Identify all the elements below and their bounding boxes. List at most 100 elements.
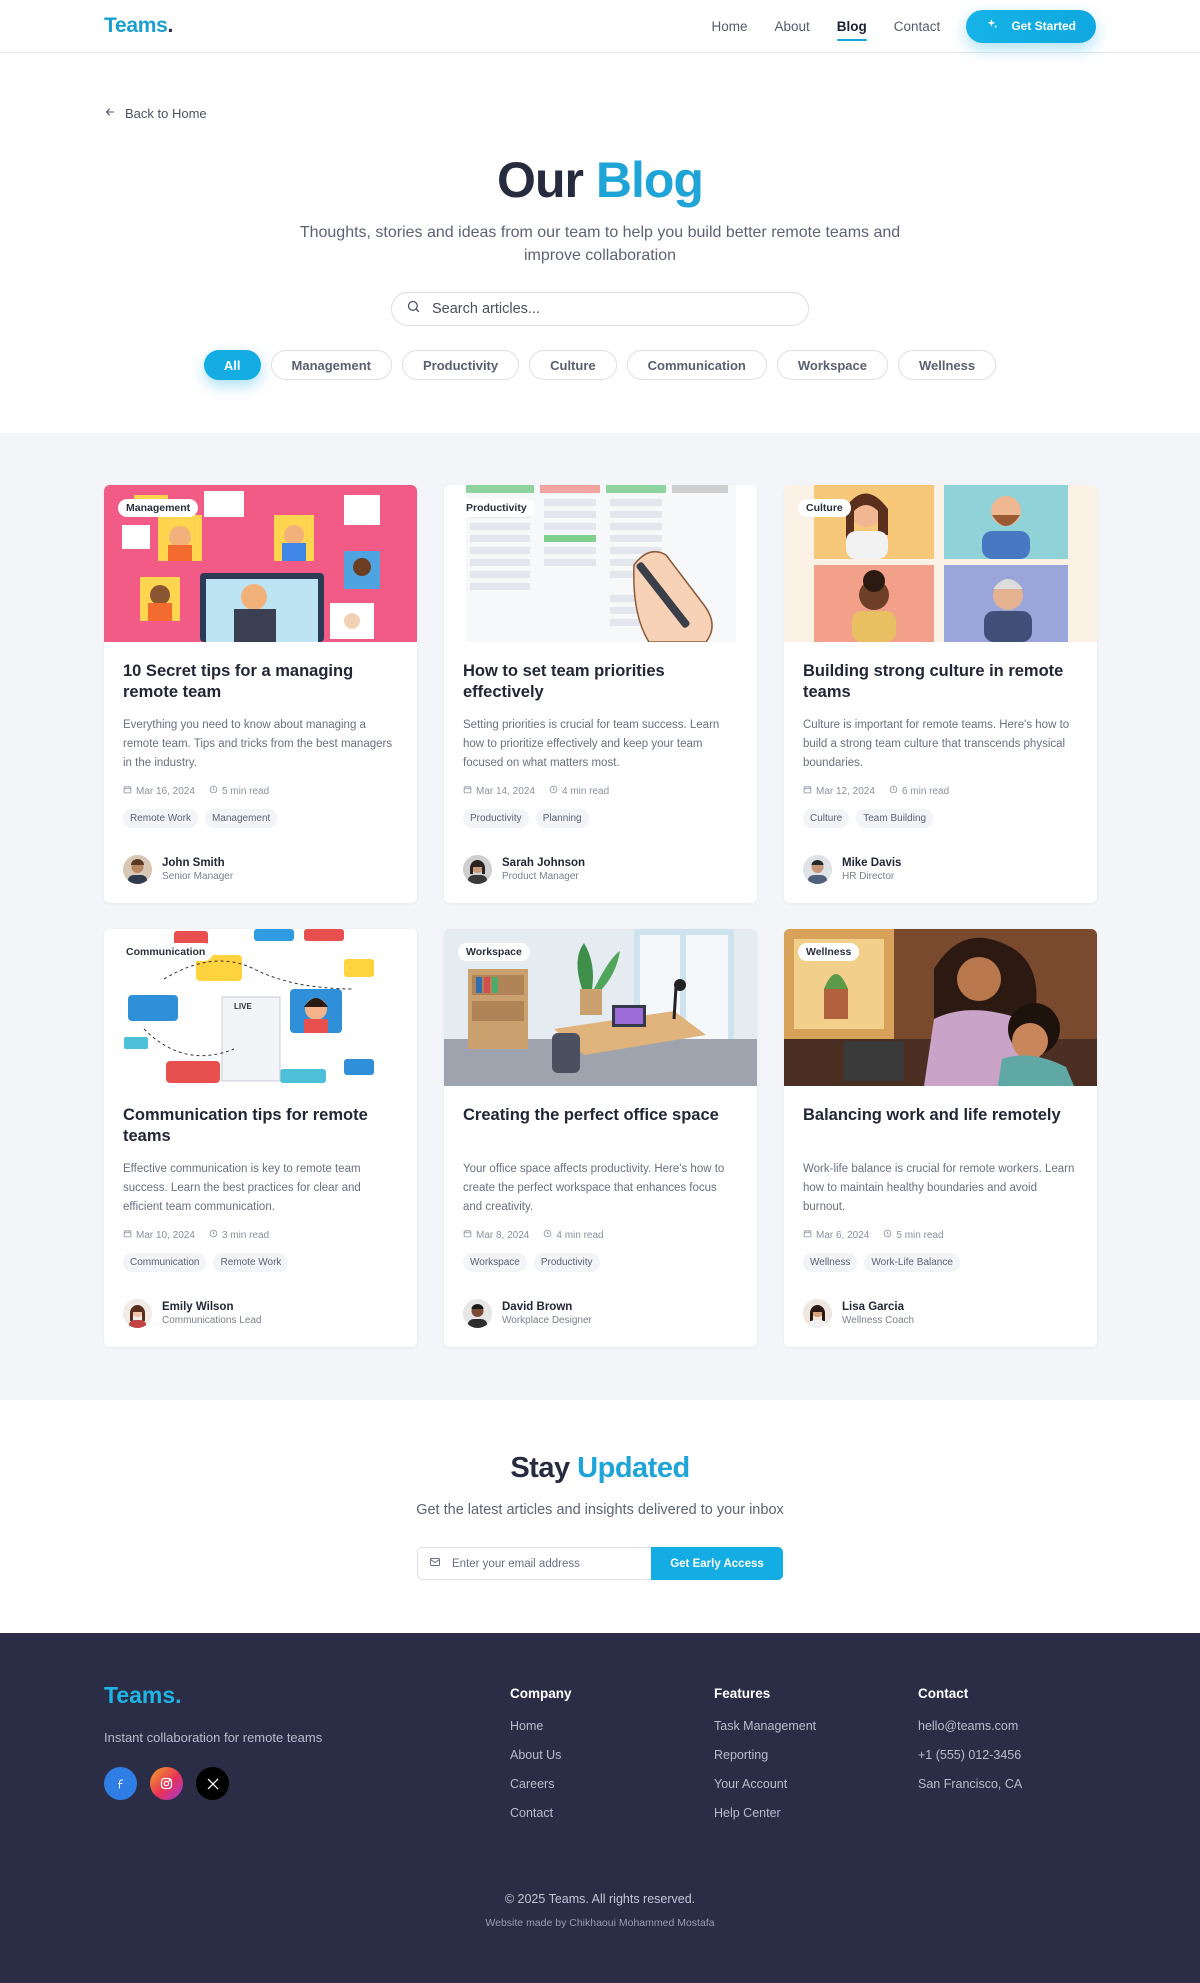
post-author: Emily Wilson Communications Lead xyxy=(123,1299,262,1328)
post-title[interactable]: Balancing work and life remotely xyxy=(803,1105,1078,1147)
nav-link-contact[interactable]: Contact xyxy=(894,15,941,38)
nav-links: Home About Blog Contact xyxy=(711,15,941,41)
footer-contact-email[interactable]: hello@teams.com xyxy=(918,1719,1022,1733)
calendar-icon xyxy=(803,785,812,797)
filter-management[interactable]: Management xyxy=(270,350,392,380)
sparkle-icon xyxy=(986,18,999,34)
post-image-culture[interactable]: Culture xyxy=(784,485,1097,642)
filter-wellness[interactable]: Wellness xyxy=(897,350,997,380)
post-tag[interactable]: Productivity xyxy=(463,809,529,828)
post-meta: Mar 6, 2024 5 min read xyxy=(803,1229,1078,1241)
post-tag[interactable]: Culture xyxy=(803,809,850,828)
footer-link-about-us[interactable]: About Us xyxy=(510,1748,572,1762)
post-title[interactable]: Creating the perfect office space xyxy=(463,1105,738,1147)
post-card[interactable]: Wellness Balancing work and life remotel… xyxy=(784,929,1097,1347)
nav-link-blog[interactable]: Blog xyxy=(836,15,867,41)
filter-all[interactable]: All xyxy=(203,350,261,380)
post-card[interactable]: Culture Building strong culture in remot… xyxy=(784,485,1097,903)
footer-contact-location: San Francisco, CA xyxy=(918,1777,1023,1791)
search-bar[interactable] xyxy=(391,292,809,326)
post-author: Sarah Johnson Product Manager xyxy=(463,855,585,884)
post-image-wellness[interactable]: Wellness xyxy=(784,929,1097,1086)
post-tag[interactable]: Productivity xyxy=(533,1253,600,1272)
post-read-time: 4 min read xyxy=(561,785,610,797)
post-tags: Wellness Work-Life Balance xyxy=(803,1253,1078,1272)
newsletter-form: Get Early Access xyxy=(417,1547,783,1580)
post-tag[interactable]: Remote Work xyxy=(213,1253,289,1272)
post-tags: Culture Team Building xyxy=(803,809,1078,828)
nav-link-about[interactable]: About xyxy=(775,15,810,38)
post-tags: Communication Remote Work xyxy=(123,1253,398,1272)
post-meta: Mar 16, 2024 5 min read xyxy=(123,785,398,797)
search-input[interactable] xyxy=(432,301,772,317)
get-started-button[interactable]: Get Started xyxy=(966,9,1096,43)
filter-communication[interactable]: Communication xyxy=(626,350,767,380)
footer-logo[interactable]: Teams. xyxy=(104,1682,182,1709)
post-read-time: 6 min read xyxy=(901,785,950,797)
footer-link-task-management[interactable]: Task Management xyxy=(714,1719,816,1733)
post-tag[interactable]: Wellness xyxy=(803,1253,858,1272)
email-input[interactable] xyxy=(452,1557,642,1570)
filter-culture[interactable]: Culture xyxy=(529,350,617,380)
post-meta: Mar 14, 2024 4 min read xyxy=(463,785,738,797)
post-date: Mar 14, 2024 xyxy=(476,785,535,797)
category-filters: All Management Productivity Culture Comm… xyxy=(0,350,1200,380)
post-title[interactable]: 10 Secret tips for a managing remote tea… xyxy=(123,661,398,703)
post-title[interactable]: Building strong culture in remote teams xyxy=(803,661,1078,703)
post-card[interactable]: Workspace Creating the perfect office sp… xyxy=(444,929,757,1347)
facebook-icon[interactable] xyxy=(104,1767,137,1800)
author-role: Product Manager xyxy=(502,871,579,882)
calendar-icon xyxy=(463,1229,472,1241)
post-category-badge: Wellness xyxy=(798,943,860,961)
author-name: Lisa Garcia xyxy=(842,1301,905,1313)
nav-link-home[interactable]: Home xyxy=(711,15,747,38)
post-card[interactable]: LIVE Communication Communication tips fo… xyxy=(104,929,417,1347)
author-role: Workplace Designer xyxy=(502,1315,592,1326)
post-title[interactable]: Communication tips for remote teams xyxy=(123,1105,398,1147)
post-image-workspace[interactable]: Workspace xyxy=(444,929,757,1086)
top-navbar: Teams. Home About Blog Contact Get Start… xyxy=(0,0,1200,53)
post-image-productivity[interactable]: Productivity xyxy=(444,485,757,642)
footer-contact-phone[interactable]: +1 (555) 012-3456 xyxy=(918,1748,1022,1762)
back-to-home-link[interactable]: Back to Home xyxy=(104,106,207,121)
author-name: Mike Davis xyxy=(842,857,902,869)
search-icon xyxy=(406,299,421,319)
post-tag[interactable]: Management xyxy=(204,809,278,828)
post-tag[interactable]: Work-Life Balance xyxy=(864,1253,960,1272)
post-title[interactable]: How to set team priorities effectively xyxy=(463,661,738,703)
blog-hero: Back to Home Our Blog Thoughts, stories … xyxy=(0,53,1200,433)
post-image-communication[interactable]: LIVE Communication xyxy=(104,929,417,1086)
footer-link-help-center[interactable]: Help Center xyxy=(714,1806,816,1820)
footer-link-careers[interactable]: Careers xyxy=(510,1777,572,1791)
post-tag[interactable]: Communication xyxy=(123,1253,207,1272)
post-author: John Smith Senior Manager xyxy=(123,855,233,884)
author-role: Senior Manager xyxy=(162,871,234,882)
filter-workspace[interactable]: Workspace xyxy=(776,350,888,380)
footer-link-home[interactable]: Home xyxy=(510,1719,572,1733)
post-date: Mar 12, 2024 xyxy=(816,785,875,797)
post-tag[interactable]: Workspace xyxy=(463,1253,527,1272)
mail-icon xyxy=(429,1555,441,1573)
email-field[interactable] xyxy=(417,1547,651,1580)
svg-text:LIVE: LIVE xyxy=(234,1002,252,1011)
newsletter-section: Stay Updated Get the latest articles and… xyxy=(0,1400,1200,1633)
x-twitter-icon[interactable] xyxy=(196,1767,229,1800)
post-image-management[interactable]: Management xyxy=(104,485,417,642)
clock-icon xyxy=(543,1229,552,1241)
post-card[interactable]: Productivity How to set team priorities … xyxy=(444,485,757,903)
copyright-text: © 2025 Teams. All rights reserved. xyxy=(504,1892,696,1906)
get-early-access-button[interactable]: Get Early Access xyxy=(651,1547,783,1580)
post-tag[interactable]: Planning xyxy=(535,809,589,828)
brand-logo[interactable]: Teams. xyxy=(104,14,173,38)
footer-column-title: Contact xyxy=(918,1686,969,1701)
post-card[interactable]: Management 10 Secret tips for a managing… xyxy=(104,485,417,903)
footer-link-contact[interactable]: Contact xyxy=(510,1806,572,1820)
filter-productivity[interactable]: Productivity xyxy=(401,350,520,380)
calendar-icon xyxy=(123,1229,132,1241)
footer-link-your-account[interactable]: Your Account xyxy=(714,1777,816,1791)
footer-link-reporting[interactable]: Reporting xyxy=(714,1748,816,1762)
clock-icon xyxy=(889,785,898,797)
post-tag[interactable]: Remote Work xyxy=(123,809,198,828)
post-tag[interactable]: Team Building xyxy=(856,809,934,828)
instagram-icon[interactable] xyxy=(150,1767,183,1800)
